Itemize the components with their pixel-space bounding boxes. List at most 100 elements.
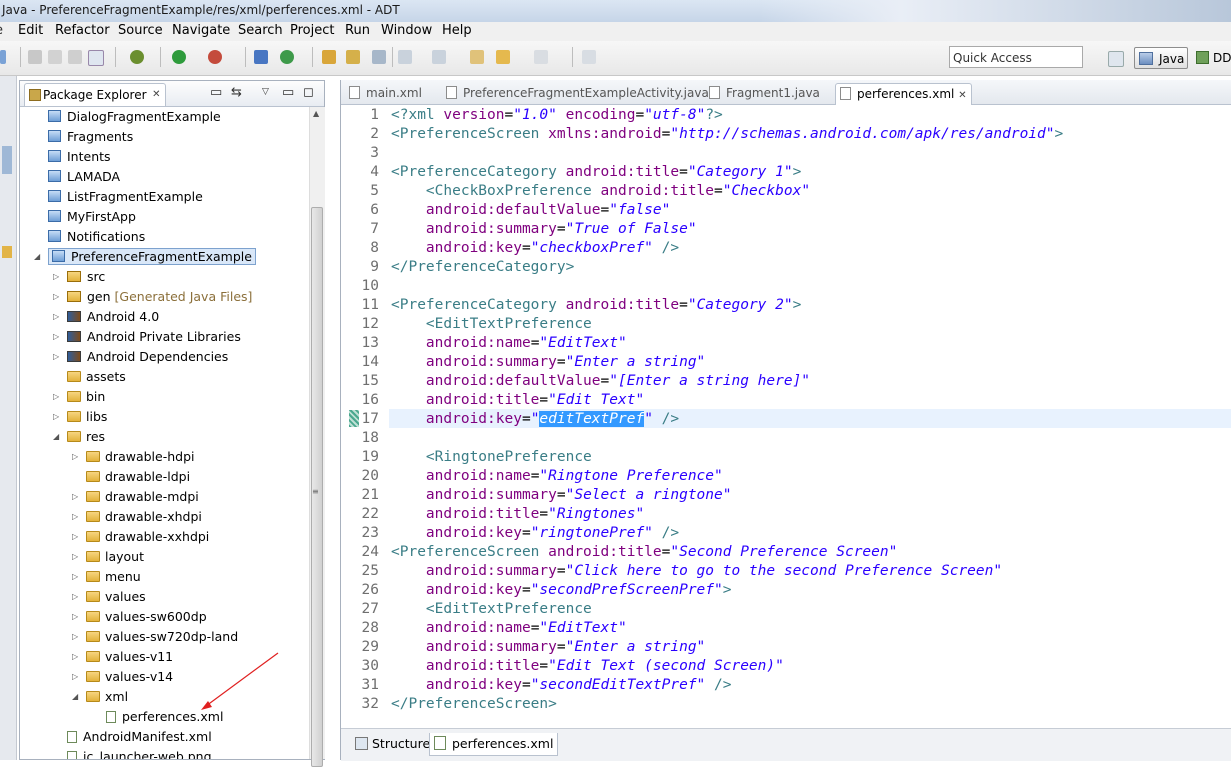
code-line: android:summary="Click here to go to the…	[391, 563, 1003, 579]
code-line: <PreferenceScreen xmlns:android="http://…	[391, 126, 1064, 142]
save-icon[interactable]	[28, 50, 42, 64]
pen-icon[interactable]	[372, 50, 386, 64]
line-number: 12	[361, 316, 379, 332]
code-line: android:defaultValue="false"	[391, 202, 671, 218]
text-selection: editTextPref	[539, 411, 645, 427]
code-line: <CheckBoxPreference android:title="Check…	[391, 183, 811, 199]
save-all-icon[interactable]	[48, 50, 62, 64]
code-line: android:title="Edit Text (second Screen)…	[391, 658, 784, 674]
code-line: </PreferenceCategory>	[391, 259, 575, 275]
external-tools-icon[interactable]	[208, 50, 222, 64]
code-line: <EditTextPreference	[391, 601, 592, 617]
xml-editor: main.xml PreferenceFragmentExampleActivi…	[340, 80, 1231, 761]
search-icon[interactable]	[346, 50, 360, 64]
code-line: <?xml version="1.0" encoding="utf-8"?>	[391, 107, 723, 123]
minimized-view-icon[interactable]	[2, 146, 12, 174]
menu-edit[interactable]: Edit	[18, 23, 43, 38]
occurrence-marker	[349, 410, 359, 427]
line-number: 24	[361, 544, 379, 560]
line-number: 16	[361, 392, 379, 408]
code-line: </PreferenceScreen>	[391, 696, 557, 712]
line-number: 8	[370, 240, 379, 256]
line-number: 29	[361, 639, 379, 655]
tab-perferences-xml[interactable]: perferences.xml ✕	[835, 83, 972, 105]
debug-icon[interactable]	[130, 50, 144, 64]
line-number: 22	[361, 506, 379, 522]
tab-source-xml[interactable]: perferences.xml	[429, 733, 559, 756]
ddms-perspective-button[interactable]: DD	[1196, 47, 1231, 69]
code-line: android:summary="Enter a string"	[391, 639, 706, 655]
code-line: <RingtonePreference	[391, 449, 592, 465]
line-number: 6	[370, 202, 379, 218]
menu-refactor[interactable]: Refactor	[55, 23, 110, 38]
run-icon[interactable]	[172, 50, 186, 64]
menu-navigate[interactable]: Navigate	[172, 23, 230, 38]
new-java-class-icon[interactable]	[280, 50, 294, 64]
menu-bar: e Edit Refactor Source Navigate Search P…	[0, 22, 1231, 41]
minimized-views-strip	[0, 76, 17, 760]
java-perspective-icon	[1139, 52, 1153, 65]
tab-fragment1-java[interactable]: Fragment1.java	[709, 83, 820, 104]
menu-run[interactable]: Run	[345, 23, 370, 38]
code-line: android:title="Edit Text"	[391, 392, 645, 408]
editor-bottom-tabs: Structure perferences.xml	[341, 728, 1231, 761]
print-icon[interactable]	[68, 50, 82, 64]
line-number: 1	[370, 107, 379, 123]
line-number: 7	[370, 221, 379, 237]
annotation-arrow	[201, 652, 279, 710]
line-number: 20	[361, 468, 379, 484]
line-number: 5	[370, 183, 379, 199]
previous-annotation-icon[interactable]	[432, 50, 446, 64]
code-area[interactable]: 1 2 3 4 5 6 7 8 9 10 11 12 13 14 15 16 17 18 19 20 21 22 23 24 2…	[341, 106, 1231, 738]
xml-file-icon	[349, 86, 360, 99]
open-type-icon[interactable]	[322, 50, 336, 64]
xml-file-icon	[840, 87, 851, 100]
new-java-package-icon[interactable]	[254, 50, 268, 64]
code-line: android:key="secondPrefScreenPref">	[391, 582, 732, 598]
line-number: 18	[361, 430, 379, 446]
line-number: 32	[361, 696, 379, 712]
xml-file-icon	[434, 736, 446, 750]
menu-search[interactable]: Search	[238, 23, 283, 38]
code-line: android:key="checkboxPref" />	[391, 240, 680, 256]
tab-main-xml[interactable]: main.xml	[349, 83, 422, 104]
line-number: 4	[370, 164, 379, 180]
menu-project[interactable]: Project	[290, 23, 334, 38]
next-annotation-icon[interactable]	[398, 50, 412, 64]
code-line: android:name="EditText"	[391, 335, 627, 351]
line-number: 28	[361, 620, 379, 636]
line-number: 3	[370, 145, 379, 161]
line-number: 17	[361, 411, 379, 427]
java-perspective-button[interactable]: Java	[1134, 47, 1188, 69]
line-number: 2	[370, 126, 379, 142]
tab-activity-java[interactable]: PreferenceFragmentExampleActivity.java	[446, 83, 709, 104]
line-number: 25	[361, 563, 379, 579]
minimized-folder-icon[interactable]	[2, 246, 12, 258]
java-file-icon	[709, 86, 720, 99]
forward-icon[interactable]	[534, 50, 548, 64]
back-icon[interactable]	[496, 50, 510, 64]
menu-window[interactable]: Window	[381, 23, 432, 38]
close-icon[interactable]: ✕	[958, 90, 966, 101]
code-line: android:summary="True of False"	[391, 221, 697, 237]
quick-access-input[interactable]: Quick Access	[949, 46, 1083, 68]
editor-tabs: main.xml PreferenceFragmentExampleActivi…	[341, 80, 1231, 105]
menu-help[interactable]: Help	[442, 23, 472, 38]
code-line: android:summary="Enter a string"	[391, 354, 706, 370]
title-bar: Java - PreferenceFragmentExample/res/xml…	[0, 0, 1231, 23]
tab-structure[interactable]: Structure	[351, 733, 434, 755]
line-number: 30	[361, 658, 379, 674]
line-number: 21	[361, 487, 379, 503]
sdk-manager-icon[interactable]	[88, 50, 104, 66]
open-perspective-icon[interactable]	[1108, 51, 1124, 67]
menu-source[interactable]: Source	[118, 23, 163, 38]
line-number: 23	[361, 525, 379, 541]
code-line: android:title="Ringtones"	[391, 506, 645, 522]
code-line: android:defaultValue="[Enter a string he…	[391, 373, 811, 389]
line-number: 15	[361, 373, 379, 389]
new-icon[interactable]	[0, 50, 6, 64]
code-line: <EditTextPreference	[391, 316, 592, 332]
code-line-selected: android:key="editTextPref" />	[391, 411, 680, 427]
last-edit-icon[interactable]	[470, 50, 484, 64]
pin-editor-icon[interactable]	[582, 50, 596, 64]
